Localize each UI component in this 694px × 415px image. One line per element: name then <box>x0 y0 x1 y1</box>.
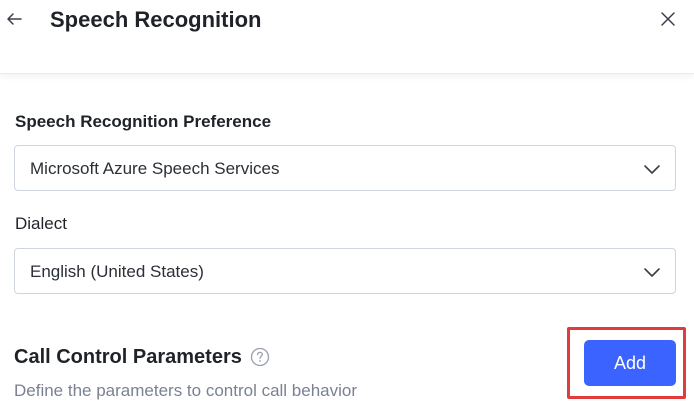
add-button[interactable]: Add <box>584 340 676 386</box>
page-title: Speech Recognition <box>50 7 262 32</box>
speech-preference-select[interactable]: Microsoft Azure Speech Services <box>14 145 676 191</box>
call-control-heading: Call Control Parameters <box>14 345 270 369</box>
speech-preference-label: Speech Recognition Preference <box>15 112 272 131</box>
speech-preference-value: Microsoft Azure Speech Services <box>30 159 280 178</box>
chevron-down-icon <box>644 268 660 277</box>
dialect-select[interactable]: English (United States) <box>14 248 676 294</box>
question-circle-icon-svg <box>250 347 270 367</box>
panel-header: Speech Recognition <box>0 0 694 74</box>
chevron-down-icon <box>644 165 660 174</box>
call-control-description: Define the parameters to control call be… <box>14 381 358 400</box>
call-control-title: Call Control Parameters <box>14 346 242 368</box>
close-icon <box>661 12 675 26</box>
close-button[interactable] <box>656 7 680 31</box>
question-circle-icon[interactable] <box>250 347 270 367</box>
arrow-left-icon <box>7 13 22 25</box>
dialect-label: Dialect <box>15 214 67 233</box>
back-button[interactable] <box>2 7 26 31</box>
dialect-value: English (United States) <box>30 262 204 281</box>
